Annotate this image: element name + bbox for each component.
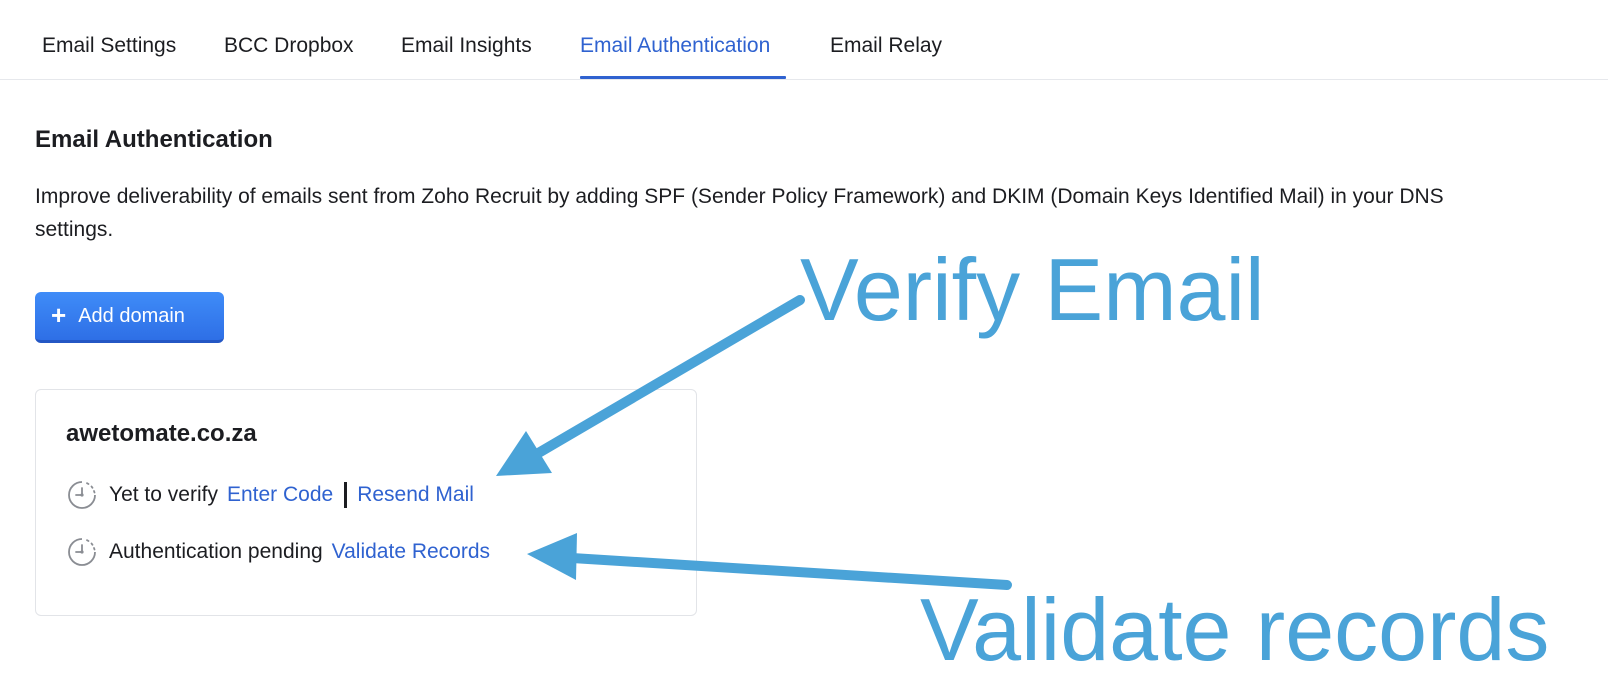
verify-email-annotation: Verify Email bbox=[800, 240, 1265, 339]
validate-arrow-head bbox=[527, 533, 577, 580]
verify-arrow-shaft bbox=[530, 295, 805, 460]
email-authentication-page: Email Settings BCC Dropbox Email Insight… bbox=[0, 0, 1608, 692]
validate-records-annotation: Validate records bbox=[920, 580, 1550, 679]
